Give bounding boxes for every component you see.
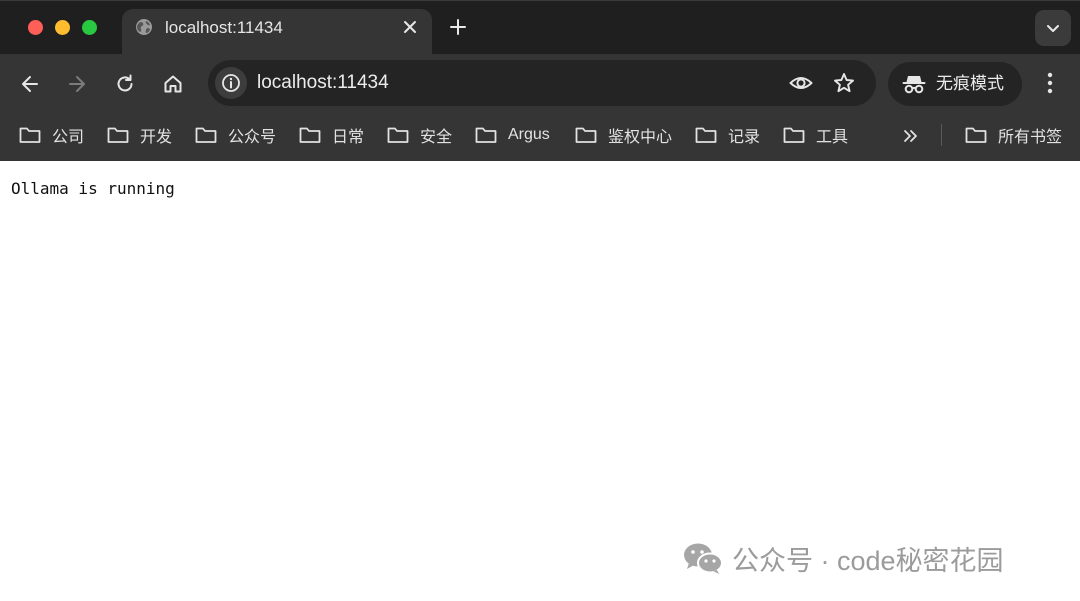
globe-icon: [135, 18, 153, 36]
tab-strip: localhost:11434: [0, 0, 1080, 55]
folder-icon: [387, 127, 409, 143]
bookmark-label: 开发: [140, 129, 173, 146]
bookmarks-divider: [941, 124, 942, 146]
active-tab[interactable]: localhost:11434: [122, 9, 432, 55]
site-info-button[interactable]: [215, 67, 247, 99]
bookmark-folder[interactable]: 鉴权中心: [575, 123, 672, 147]
watermark: 公众号 · code秘密花园: [682, 541, 1004, 576]
watermark-text: 公众号 · code秘密花园: [732, 545, 1004, 576]
all-bookmarks-folder[interactable]: 所有书签: [965, 123, 1062, 147]
tab-title: localhost:11434: [165, 18, 283, 37]
window-minimize-button[interactable]: [55, 20, 70, 35]
info-icon: [222, 74, 240, 92]
window-close-button[interactable]: [28, 20, 43, 35]
bookmark-folder[interactable]: Argus: [475, 123, 550, 147]
reload-icon[interactable]: [114, 73, 136, 95]
folder-icon: [107, 127, 129, 143]
bookmark-label: 日常: [332, 129, 365, 146]
wechat-icon: [684, 543, 723, 574]
bookmark-label: 记录: [728, 129, 761, 146]
chevron-down-icon: [1047, 25, 1059, 32]
incognito-icon: [902, 76, 926, 94]
browser-window: localhost:11434 localhost:11434 无痕模式 公司 …: [0, 0, 1080, 601]
folder-icon: [695, 127, 717, 143]
folder-icon: [783, 127, 805, 143]
home-icon[interactable]: [162, 73, 184, 95]
address-bar[interactable]: localhost:11434: [208, 60, 876, 106]
bookmark-label: Argus: [508, 126, 550, 143]
folder-icon: [575, 127, 597, 143]
incognito-label: 无痕模式: [936, 74, 1004, 93]
all-bookmarks-label: 所有书签: [998, 129, 1063, 146]
bookmark-folder[interactable]: 记录: [695, 123, 760, 147]
plus-icon[interactable]: [448, 17, 468, 37]
bookmark-folder[interactable]: 开发: [107, 123, 172, 147]
folder-icon: [195, 127, 217, 143]
more-vertical-icon[interactable]: [1040, 71, 1060, 95]
bookmark-folder[interactable]: 日常: [299, 123, 364, 147]
bookmark-folder[interactable]: 公众号: [195, 123, 276, 147]
folder-icon: [475, 127, 497, 143]
bookmark-label: 公司: [52, 129, 85, 146]
bookmark-label: 鉴权中心: [608, 129, 673, 146]
bookmark-label: 工具: [816, 129, 849, 146]
eye-icon[interactable]: [789, 72, 813, 94]
double-chevron-right-icon[interactable]: [900, 126, 922, 146]
star-icon[interactable]: [833, 72, 857, 94]
bookmark-label: 安全: [420, 129, 453, 146]
bookmark-folder[interactable]: 公司: [19, 123, 84, 147]
folder-icon: [19, 127, 41, 143]
page-content: Ollama is running: [0, 161, 1080, 601]
close-icon[interactable]: [401, 18, 419, 36]
folder-icon: [965, 127, 987, 143]
back-arrow-icon[interactable]: [19, 73, 41, 95]
bookmarks-bar: 公司 开发 公众号 日常 安全 Argus 鉴权中心 记录 工具 所有书签: [0, 112, 1080, 161]
toolbar: localhost:11434 无痕模式: [0, 54, 1080, 112]
bookmark-label: 公众号: [228, 129, 277, 146]
window-zoom-button[interactable]: [82, 20, 97, 35]
bookmark-folder[interactable]: 工具: [783, 123, 848, 147]
incognito-indicator[interactable]: 无痕模式: [888, 62, 1022, 106]
bookmark-folder[interactable]: 安全: [387, 123, 452, 147]
url-text[interactable]: localhost:11434: [257, 72, 389, 94]
folder-icon: [299, 127, 321, 143]
forward-arrow-icon[interactable]: [66, 73, 88, 95]
tab-search-button[interactable]: [1035, 10, 1071, 46]
page-body-text: Ollama is running: [11, 179, 175, 198]
